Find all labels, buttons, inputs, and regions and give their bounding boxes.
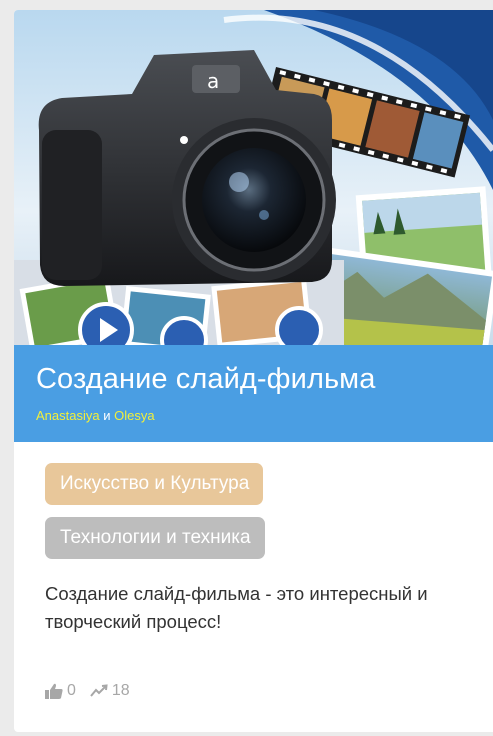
- authors-conjunction: и: [99, 408, 115, 423]
- title-band: Создание слайд-фильма Anastasiya и Olesy…: [14, 345, 493, 442]
- views-count: 18: [111, 682, 130, 699]
- project-card[interactable]: a Создание слайд-фильма Anastasiya и Ole…: [14, 10, 493, 732]
- likes-stat[interactable]: 0: [45, 682, 76, 700]
- views-stat: 18: [90, 682, 130, 700]
- likes-count: 0: [67, 682, 76, 699]
- tag-technology[interactable]: Технологии и техника: [45, 517, 265, 559]
- thumbs-up-icon: [45, 683, 63, 699]
- svg-text:a: a: [207, 69, 219, 93]
- tag-art-culture[interactable]: Искусство и Культура: [45, 463, 264, 505]
- author-link[interactable]: Anastasiya: [36, 408, 100, 423]
- trend-line-icon: [90, 684, 108, 697]
- card-title[interactable]: Создание слайд-фильма: [36, 363, 375, 396]
- card-description: Создание слайд-фильма - это интересный и…: [45, 583, 428, 632]
- author-link[interactable]: Olesya: [114, 408, 154, 423]
- cover-image[interactable]: a: [14, 10, 493, 345]
- card-stats: 0 18: [45, 680, 144, 702]
- authors-line: Anastasiya и Olesya: [36, 408, 155, 423]
